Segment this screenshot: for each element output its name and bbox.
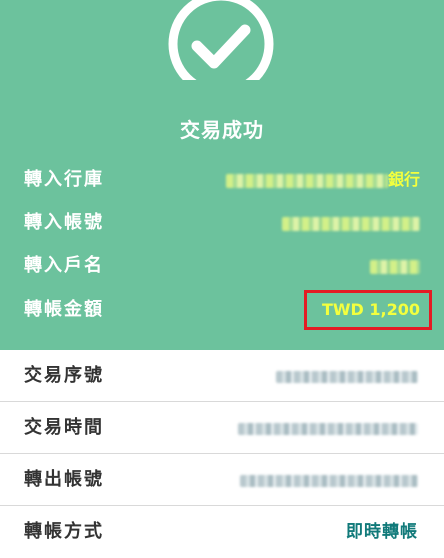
masked-serial-number — [276, 370, 418, 383]
from-account-row: 轉出帳號 — [0, 454, 444, 506]
account-name-value — [370, 252, 420, 280]
bank-label: 轉入行庫 — [24, 169, 104, 190]
serial-value — [276, 362, 418, 390]
masked-bank-name — [225, 173, 388, 188]
amount-label: 轉帳金額 — [24, 299, 104, 320]
time-row: 交易時間 — [0, 402, 444, 454]
account-name-row: 轉入戶名 — [0, 246, 444, 286]
from-account-value — [240, 466, 418, 494]
page-title: 交易成功 — [180, 118, 264, 142]
masked-account-name — [370, 259, 420, 274]
account-value — [282, 209, 420, 237]
account-label: 轉入帳號 — [24, 212, 104, 233]
bank-row: 轉入行庫 銀行 — [0, 160, 444, 200]
from-account-label: 轉出帳號 — [24, 469, 104, 490]
serial-label: 交易序號 — [24, 365, 104, 386]
check-circle-icon — [168, 0, 274, 80]
success-banner: 交易成功 轉入行庫 銀行 轉入帳號 轉入戶名 轉帳金額 TWD 1,200 — [0, 0, 444, 350]
masked-transaction-time — [238, 422, 418, 435]
time-value — [238, 414, 418, 442]
account-name-label: 轉入戶名 — [24, 255, 104, 276]
masked-account-number — [282, 216, 420, 231]
method-row: 轉帳方式 即時轉帳 — [0, 506, 444, 558]
bank-suffix: 銀行 — [387, 170, 420, 189]
amount-value: TWD 1,200 — [321, 300, 420, 319]
masked-from-account — [240, 474, 418, 487]
serial-row: 交易序號 — [0, 350, 444, 402]
method-label: 轉帳方式 — [24, 521, 104, 542]
account-row: 轉入帳號 — [0, 203, 444, 243]
bank-value: 銀行 — [225, 166, 420, 194]
time-label: 交易時間 — [24, 417, 104, 438]
method-value: 即時轉帳 — [346, 522, 418, 542]
